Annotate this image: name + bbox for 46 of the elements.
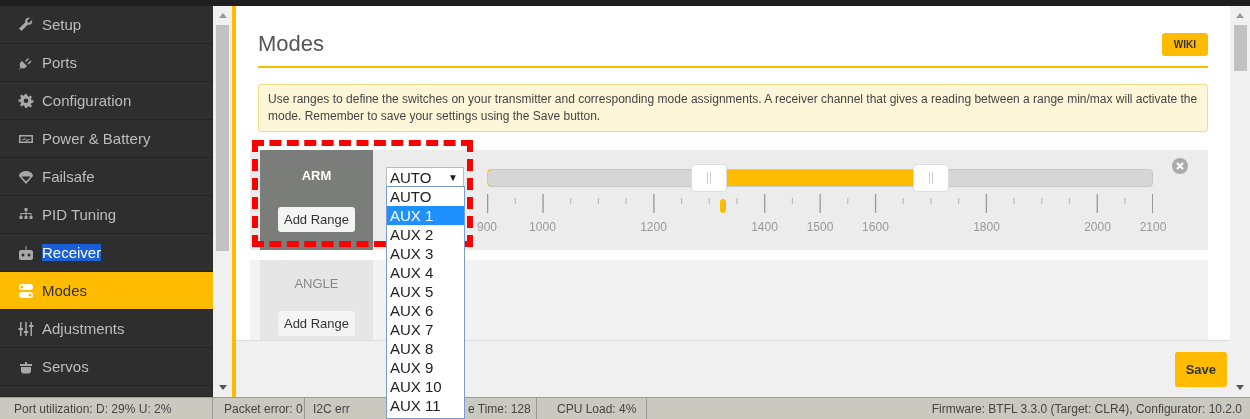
- status-text: Packet error: 0: [213, 398, 305, 419]
- info-note: Use ranges to define the switches on your transmitter and corresponding mode assignments. A receiver channel that gives a reading between a range min/max will activate the mode. Remember to save your settings using the Save button.: [258, 84, 1208, 132]
- wrench-icon: [18, 16, 34, 33]
- dropdown-option[interactable]: AUX 6: [387, 301, 464, 320]
- channel-select[interactable]: AUTO ▼: [386, 167, 464, 187]
- dropdown-option[interactable]: AUX 9: [387, 358, 464, 377]
- scale-label: 1800: [973, 220, 1000, 234]
- scale-label: 1400: [751, 220, 778, 234]
- scale-label: 900: [477, 220, 497, 234]
- save-button[interactable]: Save: [1174, 351, 1227, 387]
- sliders-icon: [18, 320, 34, 337]
- parachute-icon: [18, 168, 34, 185]
- close-icon[interactable]: [1172, 158, 1188, 174]
- status-text: CPU Load: 4%: [537, 398, 647, 419]
- toggle-icon: [18, 282, 34, 299]
- content-scrollbar[interactable]: [1230, 6, 1250, 397]
- status-text: Port utilization: D: 29% U: 2%: [0, 398, 213, 419]
- dropdown-option[interactable]: AUX 5: [387, 282, 464, 301]
- dropdown-option[interactable]: AUX 11: [387, 396, 464, 415]
- dropdown-option[interactable]: AUX 4: [387, 263, 464, 282]
- mode-name: ANGLE: [294, 276, 339, 291]
- gear-icon: [18, 92, 34, 109]
- sidebar-item[interactable]: Modes: [0, 272, 213, 310]
- range-handle[interactable]: [691, 164, 728, 192]
- range-handle[interactable]: [912, 164, 949, 192]
- firmware-text: Firmware: BTFL 3.3.0 (Target: CLR4), Configurator: 10.2.0: [931, 401, 1243, 416]
- dropdown-option[interactable]: AUX 3: [387, 244, 464, 263]
- status-text: I2C err: [312, 400, 351, 418]
- dropdown-option[interactable]: AUX 10: [387, 377, 464, 396]
- mode-name: ARM: [301, 168, 332, 183]
- scale-label: 1600: [862, 220, 889, 234]
- wiki-button[interactable]: WIKI: [1161, 32, 1208, 56]
- add-range-button[interactable]: Add Range: [277, 311, 356, 336]
- scale-label: 2100: [1139, 220, 1167, 234]
- dropdown-option[interactable]: AUX 8: [387, 339, 464, 358]
- sidebar-scrollbar[interactable]: [213, 6, 232, 397]
- dropdown-option[interactable]: AUTO: [387, 187, 464, 206]
- robot-icon: [18, 244, 34, 261]
- scale-label: 1500: [806, 220, 834, 234]
- add-range-button[interactable]: Add Range: [277, 207, 356, 232]
- scale-label: 1000: [529, 220, 556, 234]
- page-title: Modes: [258, 31, 325, 57]
- dropdown-option[interactable]: AUX 7: [387, 320, 464, 339]
- dropdown-option[interactable]: AUX 2: [387, 225, 464, 244]
- scale-label: 1200: [640, 220, 667, 234]
- scale-label: 2000: [1084, 220, 1111, 234]
